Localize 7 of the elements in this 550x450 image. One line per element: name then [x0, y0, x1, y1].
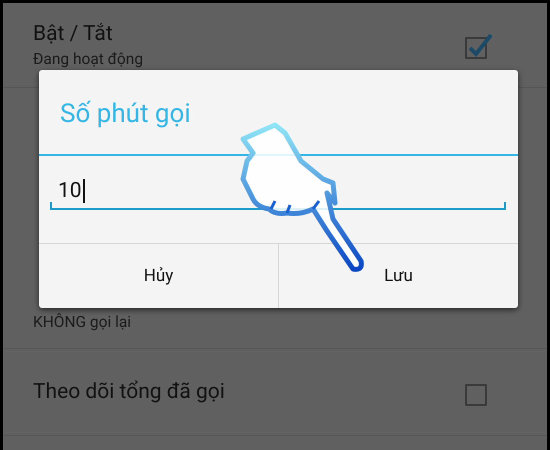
setting-summary: KHÔNG gọi lại — [33, 312, 132, 332]
dialog-title: Số phút gọi — [59, 98, 192, 125]
setting-title: Bật / Tắt — [33, 21, 114, 47]
cancel-button[interactable]: Hủy — [39, 244, 278, 308]
checkbox[interactable] — [465, 31, 493, 59]
setting-summary: Đang hoạt động — [33, 49, 144, 69]
setting-title: Theo dõi tổng đã gọi — [33, 379, 226, 405]
